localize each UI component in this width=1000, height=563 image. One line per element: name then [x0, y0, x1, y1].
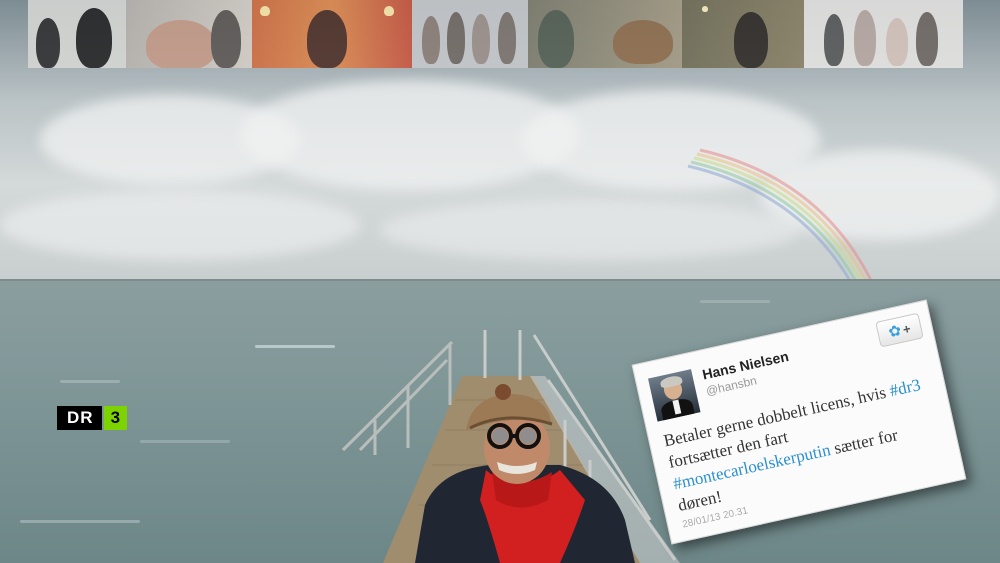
thumbnail[interactable] [252, 0, 412, 68]
thumbnail-figure [613, 20, 673, 64]
thumbnail-figure [854, 10, 876, 66]
thumbnail[interactable] [28, 0, 126, 68]
twitter-bird-icon: ✿ [886, 321, 903, 341]
thumbnail-figure [472, 14, 490, 64]
thumbnail-figure [447, 12, 465, 64]
thumbnail-figure [76, 8, 112, 68]
thumbnail-figure [538, 10, 574, 68]
thumbnail-figure [702, 6, 708, 12]
thumbnail[interactable] [804, 0, 963, 68]
dr-logo-text: DR [57, 406, 102, 430]
hashtag-link[interactable]: #dr3 [888, 375, 923, 400]
plus-icon: + [901, 320, 912, 337]
thumbnail-figure [734, 12, 768, 68]
video-frame: DR 3 Hans Nielsen @hansbn ✿ + Betaler ge… [0, 0, 1000, 563]
thumbnail-figure [498, 12, 516, 64]
thumbnail-figure [824, 14, 844, 66]
thumbnail-figure [916, 12, 938, 66]
thumbnail-figure [307, 10, 347, 68]
avatar[interactable] [648, 369, 701, 422]
thumbnail[interactable] [682, 0, 804, 68]
thumbnail[interactable] [126, 0, 252, 68]
thumbnail-figure [422, 16, 440, 64]
thumbnail-figure [260, 6, 270, 16]
thumbnail[interactable] [528, 0, 682, 68]
follow-button[interactable]: ✿ + [875, 312, 924, 348]
thumbnail-figure [211, 10, 241, 68]
thumbnail-figure [886, 18, 908, 66]
thumbnail-figure [146, 20, 216, 68]
thumbnail-figure [384, 6, 394, 16]
dr3-channel-logo: DR 3 [57, 406, 128, 430]
dr-logo-number: 3 [103, 406, 128, 430]
thumbnail[interactable] [412, 0, 528, 68]
thumbnail-strip [28, 0, 963, 68]
thumbnail-figure [36, 18, 60, 68]
